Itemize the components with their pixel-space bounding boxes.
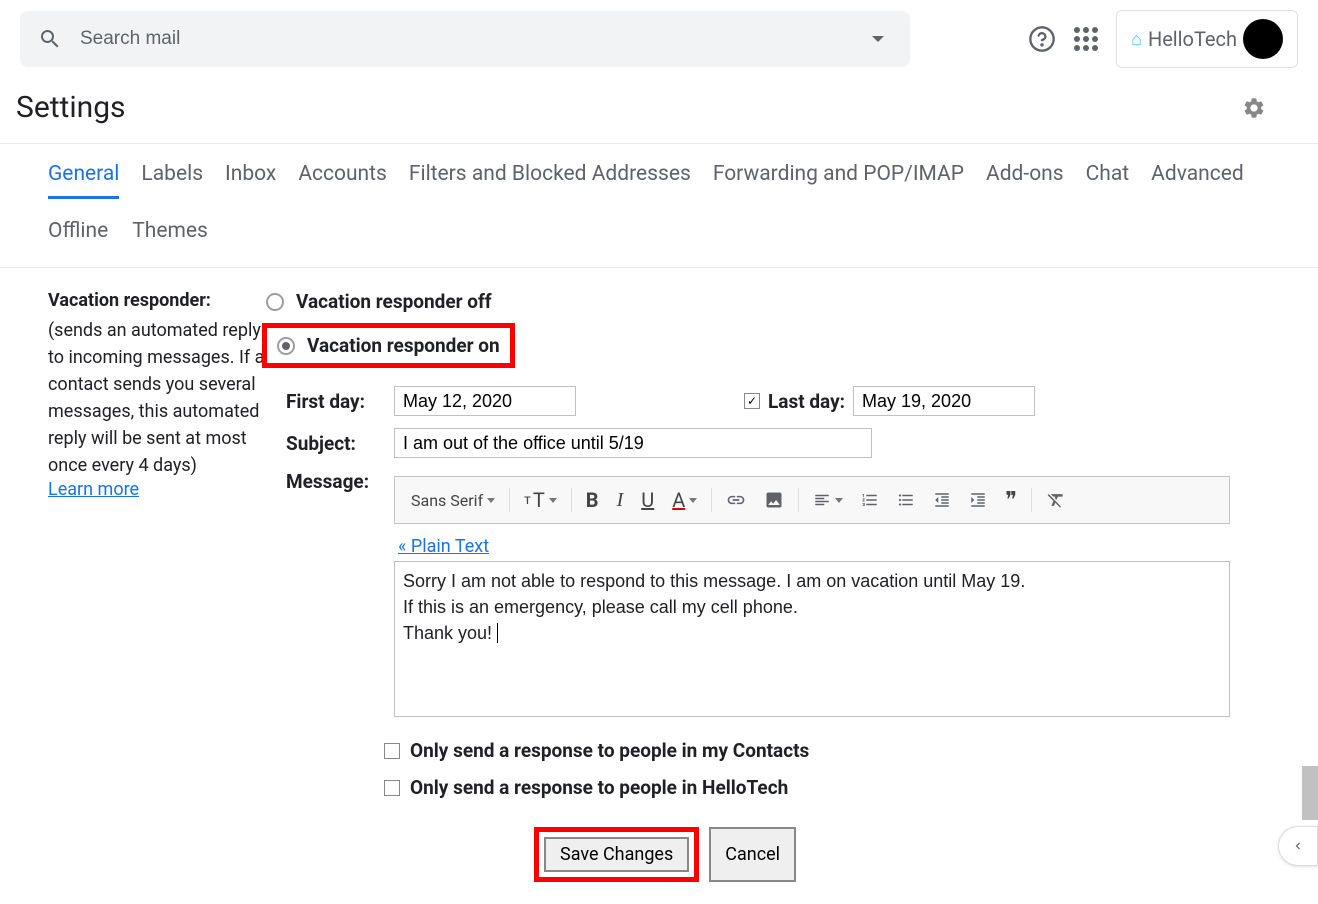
editor-line: Sorry I am not able to respond to this m… <box>403 568 1221 594</box>
editor-line: If this is an emergency, please call my … <box>403 594 1221 620</box>
toolbar-sep <box>798 488 799 512</box>
quote-button[interactable]: ❞ <box>997 483 1025 517</box>
footer-buttons: Save Changes Cancel <box>534 827 1270 882</box>
content: Vacation responder: (sends an automated … <box>0 268 1318 904</box>
responder-on-highlight: Vacation responder on <box>262 323 515 368</box>
tab-chat[interactable]: Chat <box>1086 162 1130 199</box>
tab-inbox[interactable]: Inbox <box>225 162 276 199</box>
search-input[interactable] <box>80 28 872 50</box>
search-options-icon[interactable] <box>872 36 884 42</box>
help-icon[interactable] <box>1028 25 1056 53</box>
first-day-row: First day: Last day: <box>286 386 1270 416</box>
radio-on[interactable] <box>277 337 295 355</box>
title-row: Settings <box>0 78 1318 144</box>
first-day-input[interactable] <box>394 386 576 416</box>
toolbar-sep <box>711 488 712 512</box>
tab-addons[interactable]: Add-ons <box>986 162 1064 199</box>
learn-more-link[interactable]: Learn more <box>48 479 139 500</box>
cancel-button[interactable]: Cancel <box>709 827 796 882</box>
align-button[interactable] <box>805 487 851 513</box>
italic-button[interactable]: I <box>609 485 632 516</box>
editor-line: Thank you! <box>403 620 1221 646</box>
apps-icon[interactable] <box>1074 27 1098 51</box>
tab-forwarding[interactable]: Forwarding and POP/IMAP <box>713 162 964 199</box>
only-domain-label: Only send a response to people in HelloT… <box>410 776 788 799</box>
image-button[interactable] <box>756 486 792 514</box>
search-box[interactable] <box>20 11 910 67</box>
editor-wrap: Sans Serif тT B I U A <box>394 470 1230 717</box>
message-row: Message: Sans Serif тT B I U A <box>286 470 1270 717</box>
tab-themes[interactable]: Themes <box>132 219 208 253</box>
responder-on-label: Vacation responder on <box>307 334 500 357</box>
header-right: ⌂ HelloTech <box>1028 10 1298 68</box>
search-icon <box>38 27 62 51</box>
last-day-wrap: Last day: <box>744 386 1035 416</box>
remove-format-button[interactable] <box>1038 486 1074 514</box>
gear-icon[interactable] <box>1242 96 1266 120</box>
brand-text: HelloTech <box>1148 27 1237 51</box>
radio-off[interactable] <box>266 293 284 311</box>
font-select[interactable]: Sans Serif <box>403 487 503 514</box>
tab-filters[interactable]: Filters and Blocked Addresses <box>409 162 691 199</box>
responder-off-row[interactable]: Vacation responder off <box>266 290 1270 313</box>
scrollbar-thumb[interactable] <box>1302 766 1318 820</box>
last-day-label: Last day: <box>768 390 845 413</box>
only-contacts-label: Only send a response to people in my Con… <box>410 739 809 762</box>
underline-button[interactable]: U <box>633 484 662 516</box>
brand-home-icon: ⌂ <box>1131 29 1142 50</box>
vacation-desc: (sends an automated reply to incoming me… <box>48 317 266 479</box>
toolbar-sep <box>509 488 510 512</box>
subject-input[interactable] <box>394 428 872 458</box>
only-domain-row: Only send a response to people in HelloT… <box>384 776 1270 799</box>
last-day-checkbox[interactable] <box>744 393 760 409</box>
editor-toolbar: Sans Serif тT B I U A <box>394 476 1230 524</box>
message-editor[interactable]: Sorry I am not able to respond to this m… <box>394 561 1230 717</box>
plain-text-link[interactable]: « Plain Text <box>398 536 489 557</box>
only-domain-checkbox[interactable] <box>384 780 400 796</box>
tab-accounts[interactable]: Accounts <box>298 162 387 199</box>
tab-labels[interactable]: Labels <box>141 162 203 199</box>
subject-row: Subject: <box>286 428 1270 458</box>
header: ⌂ HelloTech <box>0 0 1318 78</box>
bullet-list-button[interactable] <box>889 487 923 513</box>
font-size-button[interactable]: тT <box>516 484 565 516</box>
only-contacts-row: Only send a response to people in my Con… <box>384 739 1270 762</box>
save-button[interactable]: Save Changes <box>544 837 689 872</box>
side-panel-toggle[interactable] <box>1278 826 1318 866</box>
chevron-left-icon <box>1291 839 1305 853</box>
tab-offline[interactable]: Offline <box>48 219 108 253</box>
first-day-label: First day: <box>286 390 382 413</box>
tabs-primary: General Labels Inbox Accounts Filters an… <box>0 144 1318 209</box>
tab-advanced[interactable]: Advanced <box>1151 162 1244 199</box>
page-title: Settings <box>16 90 126 125</box>
toolbar-sep <box>571 488 572 512</box>
numbered-list-button[interactable] <box>853 487 887 513</box>
vacation-title: Vacation responder: <box>48 290 266 311</box>
responder-off-label: Vacation responder off <box>296 290 492 313</box>
tab-general[interactable]: General <box>48 162 119 199</box>
brand-box[interactable]: ⌂ HelloTech <box>1116 10 1298 68</box>
section-right: Vacation responder off Vacation responde… <box>266 290 1270 882</box>
message-label: Message: <box>286 470 382 493</box>
bold-button[interactable]: B <box>578 484 607 516</box>
subject-label: Subject: <box>286 432 382 455</box>
indent-less-button[interactable] <box>925 487 959 513</box>
section-left: Vacation responder: (sends an automated … <box>48 290 266 882</box>
only-contacts-checkbox[interactable] <box>384 743 400 759</box>
tabs-secondary: Offline Themes <box>0 209 1318 268</box>
toolbar-sep <box>1031 488 1032 512</box>
text-color-button[interactable]: A <box>664 484 705 516</box>
avatar[interactable] <box>1243 19 1283 59</box>
link-button[interactable] <box>718 486 754 514</box>
indent-more-button[interactable] <box>961 487 995 513</box>
save-highlight: Save Changes <box>534 827 699 882</box>
last-day-input[interactable] <box>853 386 1035 416</box>
